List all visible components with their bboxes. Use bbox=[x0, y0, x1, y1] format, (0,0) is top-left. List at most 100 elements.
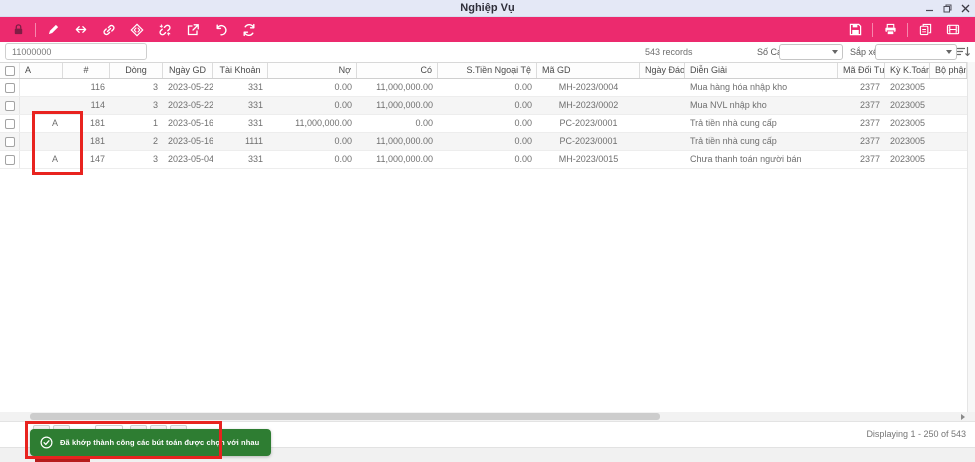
column-header-ky_k_toan[interactable]: Kỳ K.Toán bbox=[885, 63, 930, 78]
cell-ky_k_toan: 2023005 bbox=[890, 100, 926, 110]
lock-icon[interactable] bbox=[6, 20, 30, 40]
column-header-num[interactable]: # bbox=[63, 63, 110, 78]
table-row[interactable]: A 147 3 2023-05-04 331 0.00 11,000,000.00 0.00 M… bbox=[0, 151, 967, 169]
account-filter-input[interactable] bbox=[5, 43, 147, 60]
select-all-header[interactable] bbox=[0, 63, 20, 78]
print-icon[interactable] bbox=[878, 20, 902, 40]
cell-ma_gd: PC-2023/0001 bbox=[559, 118, 618, 128]
cell-num: 181 bbox=[89, 118, 105, 128]
cell-ngay_dao bbox=[640, 133, 685, 150]
cell-ngay_gd: 2023-05-04 bbox=[168, 154, 213, 164]
save-icon[interactable] bbox=[843, 20, 867, 40]
sort-amount-icon[interactable] bbox=[956, 45, 972, 60]
column-header-tai_khoan[interactable]: Tài Khoản bbox=[213, 63, 268, 78]
row-checkbox[interactable] bbox=[4, 154, 15, 165]
diamond-code-icon[interactable] bbox=[125, 20, 149, 40]
column-header-dien_giai[interactable]: Diễn Giải bbox=[685, 63, 838, 78]
cell-no: 0.00 bbox=[334, 154, 352, 164]
cell-dong: 3 bbox=[152, 154, 158, 164]
cell-ngay_dao bbox=[640, 151, 685, 168]
cell-dien_giai: Trả tiền nhà cung cấp bbox=[690, 136, 777, 146]
undo-icon[interactable] bbox=[209, 20, 233, 40]
column-header-s_tien_ngoai_te[interactable]: S.Tiền Ngoại Tệ bbox=[438, 63, 537, 78]
cell-ma_gd: MH-2023/0015 bbox=[558, 154, 619, 164]
arrows-horizontal-icon[interactable] bbox=[69, 20, 93, 40]
column-header-ngay_gd[interactable]: Ngày GD bbox=[163, 63, 213, 78]
copy-export-icon[interactable] bbox=[913, 20, 937, 40]
cell-s_tien_ngoai_te: 0.00 bbox=[514, 136, 532, 146]
unlink-icon[interactable] bbox=[153, 20, 177, 40]
chevron-down-icon bbox=[946, 50, 952, 54]
edit-pencil-icon[interactable] bbox=[41, 20, 65, 40]
table-row[interactable]: 114 3 2023-05-22 331 0.00 11,000,000.00 0.00 MH… bbox=[0, 97, 967, 115]
scrollbar-thumb[interactable] bbox=[30, 413, 660, 420]
cell-tai_khoan: 331 bbox=[247, 118, 263, 128]
cell-ngay_dao bbox=[640, 115, 685, 132]
cell-dong: 1 bbox=[152, 118, 158, 128]
cell-dong: 3 bbox=[152, 100, 158, 110]
cell-co: 11,000,000.00 bbox=[376, 136, 433, 146]
cell-dien_giai: Chưa thanh toán người bán bbox=[690, 154, 802, 164]
cell-a bbox=[20, 79, 63, 96]
check-circle-icon bbox=[40, 436, 53, 449]
toolbar-divider bbox=[35, 22, 36, 37]
app-window: Nghiệp Vụ 11000000 543 records Số Cái Sắ… bbox=[0, 0, 975, 462]
column-header-ngay_dao[interactable]: Ngày Đáo ... bbox=[640, 63, 685, 78]
partially-hidden-button[interactable] bbox=[35, 456, 90, 462]
cell-s_tien_ngoai_te: 0.00 bbox=[514, 118, 532, 128]
column-header-dong[interactable]: Dòng bbox=[110, 63, 163, 78]
table-row[interactable]: 116 3 2023-05-22 331 0.00 11,000,000.00 0.00 MH… bbox=[0, 79, 967, 97]
table-row[interactable]: A 181 1 2023-05-16 331 11,000,000.00 0.00 0.00 P… bbox=[0, 115, 967, 133]
cell-bo_phan bbox=[930, 151, 967, 168]
cell-bo_phan bbox=[930, 133, 967, 150]
cell-tai_khoan: 331 bbox=[247, 154, 263, 164]
cell-tai_khoan: 331 bbox=[247, 82, 263, 92]
so-cai-combobox[interactable] bbox=[779, 44, 843, 60]
column-header-a[interactable]: A bbox=[20, 63, 63, 78]
column-header-co[interactable]: Có bbox=[357, 63, 438, 78]
toolbar-divider bbox=[907, 22, 908, 37]
cell-ngay_gd: 2023-05-16 bbox=[168, 136, 213, 146]
cell-ma_doi_tuong: 2377 bbox=[859, 82, 880, 92]
column-header-ma_gd[interactable]: Mã GD bbox=[537, 63, 640, 78]
film-grid-icon[interactable] bbox=[941, 20, 965, 40]
minimize-icon[interactable] bbox=[922, 2, 936, 15]
cell-co: 11,000,000.00 bbox=[376, 82, 433, 92]
refresh-icon[interactable] bbox=[237, 20, 261, 40]
cell-no: 0.00 bbox=[334, 100, 352, 110]
link-icon[interactable] bbox=[97, 20, 121, 40]
cell-co: 0.00 bbox=[415, 118, 433, 128]
sap-xep-combobox[interactable] bbox=[875, 44, 957, 60]
cell-num: 114 bbox=[90, 100, 105, 110]
row-checkbox[interactable] bbox=[4, 136, 15, 147]
row-checkbox[interactable] bbox=[4, 100, 15, 111]
scroll-right-icon[interactable] bbox=[961, 414, 965, 420]
cell-a: A bbox=[51, 154, 58, 164]
title-bar: Nghiệp Vụ bbox=[0, 0, 975, 17]
column-header-bo_phan[interactable]: Bộ phận bbox=[930, 63, 967, 78]
close-icon[interactable] bbox=[958, 2, 972, 15]
select-all-checkbox[interactable] bbox=[4, 65, 15, 76]
cell-ky_k_toan: 2023005 bbox=[890, 136, 926, 146]
toolbar-divider bbox=[872, 22, 873, 37]
cell-ma_doi_tuong: 2377 bbox=[859, 100, 880, 110]
cell-ky_k_toan: 2023005 bbox=[890, 82, 926, 92]
vertical-scrollbar[interactable] bbox=[967, 62, 975, 412]
cell-dong: 2 bbox=[152, 136, 158, 146]
row-checkbox[interactable] bbox=[4, 118, 15, 129]
cell-s_tien_ngoai_te: 0.00 bbox=[514, 82, 532, 92]
cell-dong: 3 bbox=[152, 82, 158, 92]
column-header-ma_doi_tuong[interactable]: Mã Đối Tư... bbox=[838, 63, 885, 78]
column-header-no[interactable]: Nợ bbox=[268, 63, 357, 78]
row-select-cell bbox=[0, 151, 20, 168]
cell-ky_k_toan: 2023005 bbox=[890, 118, 926, 128]
external-link-icon[interactable] bbox=[181, 20, 205, 40]
grid-header: A # Dòng Ngày GD Tài Khoản Nợ Có S.Tiền Ngoại T… bbox=[0, 62, 967, 79]
table-row[interactable]: 181 2 2023-05-16 1111 0.00 11,000,000.00 0.00 P… bbox=[0, 133, 967, 151]
horizontal-scrollbar[interactable] bbox=[0, 412, 975, 421]
main-toolbar bbox=[0, 17, 975, 42]
row-checkbox[interactable] bbox=[4, 82, 15, 93]
row-select-cell bbox=[0, 97, 20, 114]
cell-a bbox=[20, 133, 63, 150]
restore-icon[interactable] bbox=[940, 2, 954, 15]
